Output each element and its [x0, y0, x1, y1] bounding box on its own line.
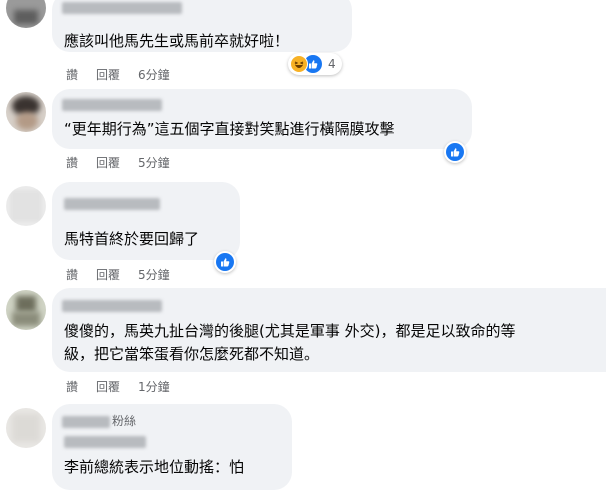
commenter-name[interactable] — [64, 436, 146, 448]
reply-button[interactable]: 回覆 — [96, 378, 120, 395]
reaction-summary[interactable] — [214, 251, 236, 273]
reply-button[interactable]: 回覆 — [96, 266, 120, 283]
comment-text: “更年期行為”這五個字直接對笑點進行橫隔膜攻擊 — [64, 120, 395, 138]
commenter-name[interactable] — [62, 99, 162, 111]
comment-actions: 讚 回覆 5分鐘 — [66, 154, 170, 171]
comment-text: 馬特首終於要回歸了 — [64, 230, 200, 248]
reply-button[interactable]: 回覆 — [96, 66, 120, 83]
commenter-name[interactable] — [62, 2, 182, 14]
comment-timestamp[interactable]: 5分鐘 — [138, 266, 170, 283]
reply-button[interactable]: 回覆 — [96, 154, 120, 171]
commenter-avatar[interactable] — [6, 92, 46, 132]
commenter-avatar[interactable] — [6, 0, 46, 28]
like-icon — [216, 253, 234, 271]
fan-badge: 粉絲 — [112, 414, 137, 428]
haha-icon — [290, 55, 308, 73]
comment-text: 應該叫他馬先生或馬前卒就好啦！ — [64, 32, 290, 50]
reaction-count: 4 — [328, 57, 336, 71]
comment-actions: 讚 回覆 5分鐘 — [66, 266, 170, 283]
like-icon — [446, 143, 464, 161]
commenter-avatar[interactable] — [6, 408, 46, 448]
like-button[interactable]: 讚 — [66, 266, 78, 283]
commenter-avatar[interactable] — [6, 290, 46, 330]
like-button[interactable]: 讚 — [66, 378, 78, 395]
commenter-name[interactable] — [64, 198, 160, 210]
comment-text-line2: 級，把它當笨蛋看你怎麼死都不知道。 — [64, 345, 320, 363]
comment-text-line1: 傻傻的，馬英九扯台灣的後腿(尤其是軍事 外交)，都是足以致命的等 — [64, 322, 516, 340]
like-button[interactable]: 讚 — [66, 154, 78, 171]
comment-timestamp[interactable]: 5分鐘 — [138, 154, 170, 171]
comment-actions: 讚 回覆 6分鐘 — [66, 66, 170, 83]
commenter-name[interactable] — [62, 416, 110, 428]
reaction-summary[interactable]: 4 — [288, 53, 342, 75]
comment-actions: 讚 回覆 1分鐘 — [66, 378, 170, 395]
commenter-avatar[interactable] — [6, 186, 46, 226]
commenter-name[interactable] — [62, 300, 162, 312]
reaction-summary[interactable] — [444, 141, 466, 163]
like-button[interactable]: 讚 — [66, 66, 78, 83]
comment-timestamp[interactable]: 6分鐘 — [138, 66, 170, 83]
comment-text: 李前總統表示地位動搖：怕 — [64, 458, 245, 476]
comment-timestamp[interactable]: 1分鐘 — [138, 378, 170, 395]
